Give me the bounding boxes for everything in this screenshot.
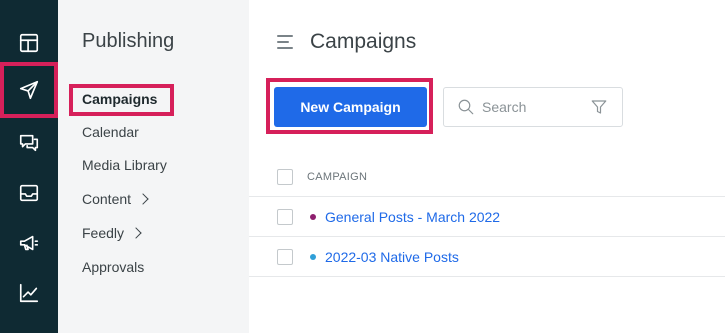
menu-toggle-icon[interactable] [277,34,293,50]
subnav-item-approvals[interactable]: Approvals [82,259,144,275]
subnav-item-label: Campaigns [82,91,158,107]
campaign-color-dot [310,213,316,220]
chevron-right-icon [137,193,149,205]
table-row: 2022-03 Native Posts [249,237,725,277]
subnav-item-label: Media Library [82,157,167,173]
search-input[interactable] [482,97,582,117]
chat-bubbles-icon [19,134,39,152]
publishing-subnav: Publishing Campaigns Calendar Media Libr… [58,0,249,333]
campaign-link[interactable]: General Posts - March 2022 [325,209,500,225]
search-box [443,87,623,127]
main-content: Campaigns New Campaign CAMPAIGN General … [249,0,725,333]
rail-item-campaigns[interactable] [0,218,58,268]
column-header-campaign: CAMPAIGN [307,171,368,183]
layout-dashboard-icon [19,33,39,53]
subnav-item-campaigns[interactable]: Campaigns [82,91,157,107]
page-title: Campaigns [310,30,417,53]
rail-item-analytics[interactable] [0,268,58,318]
megaphone-icon [19,235,39,251]
chevron-right-icon [130,227,142,239]
subnav-item-feedly[interactable]: Feedly [82,225,142,241]
new-campaign-button[interactable]: New Campaign [274,87,427,127]
subnav-item-label: Content [82,191,132,207]
row-checkbox[interactable] [277,208,293,225]
rail-item-engagement[interactable] [0,118,58,168]
search-icon [457,98,475,116]
rail-item-publishing[interactable] [0,62,58,118]
campaign-color-dot [310,253,316,260]
table-header-row: CAMPAIGN [249,158,725,197]
analytics-chart-icon [19,283,39,303]
filter-icon[interactable] [590,98,608,116]
campaign-table: CAMPAIGN General Posts - March 2022 2022… [249,158,725,277]
subnav-item-label: Approvals [82,259,145,275]
subnav-title: Publishing [82,30,175,52]
subnav-item-content[interactable]: Content [82,191,149,207]
icon-rail [0,0,58,333]
campaign-link[interactable]: 2022-03 Native Posts [325,249,459,265]
subnav-item-calendar[interactable]: Calendar [82,124,139,140]
rail-item-inbox[interactable] [0,168,58,218]
table-row: General Posts - March 2022 [249,197,725,237]
rail-item-dashboard[interactable] [0,18,58,68]
subnav-item-label: Calendar [82,124,139,140]
select-all-checkbox[interactable] [277,169,293,185]
subnav-item-media-library[interactable]: Media Library [82,157,167,173]
inbox-icon [19,184,39,202]
send-icon [19,80,39,100]
row-checkbox[interactable] [277,248,293,265]
subnav-item-label: Feedly [82,225,125,241]
